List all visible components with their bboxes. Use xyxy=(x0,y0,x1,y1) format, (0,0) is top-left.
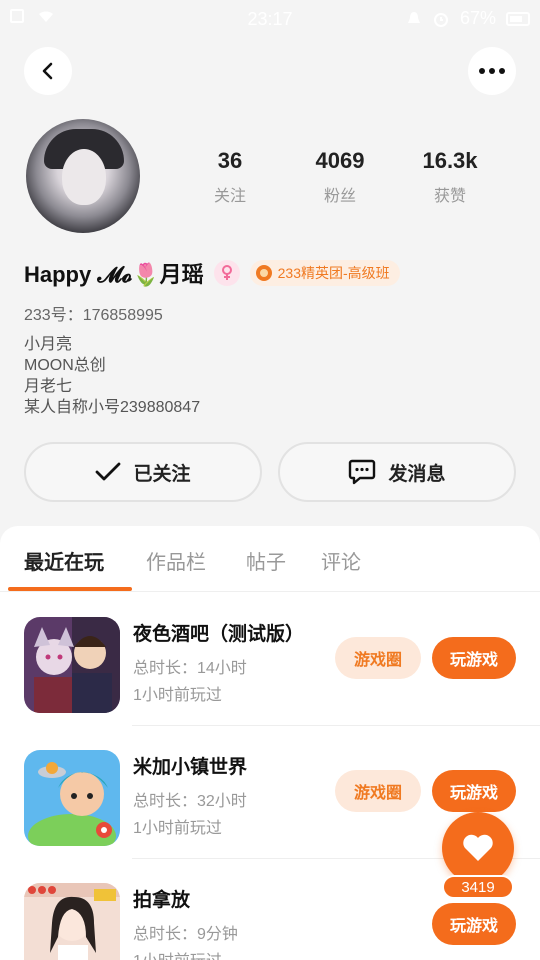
play-game-button[interactable]: 玩游戏 xyxy=(432,770,516,812)
more-button[interactable] xyxy=(468,47,516,95)
tab-works[interactable]: 作品栏 xyxy=(146,546,206,575)
user-id: 233号：176858995 xyxy=(24,307,163,324)
tab-posts[interactable]: 帖子 xyxy=(246,546,286,575)
tab-bar: 最近在玩 作品栏 帖子 评论 xyxy=(0,526,540,592)
tab-comments[interactable]: 评论 xyxy=(321,546,361,575)
bio-line: 小月亮 xyxy=(24,336,73,353)
badge-label: 233精英团-高级班 xyxy=(277,265,390,281)
game-duration: 总时长：32小时 xyxy=(133,793,247,810)
bio-line: 月老七 xyxy=(24,378,73,395)
game-duration: 总时长：14小时 xyxy=(133,660,247,677)
stat-value: 4069 xyxy=(315,148,365,173)
more-dots-icon xyxy=(479,68,505,74)
chevron-left-icon xyxy=(42,62,53,80)
check-icon xyxy=(96,462,121,481)
group-badge[interactable]: 233精英团-高级班 xyxy=(249,260,400,286)
stat-value: 16.3k xyxy=(422,148,478,173)
bell-icon xyxy=(407,11,420,23)
stat-value: 36 xyxy=(217,148,243,173)
name-row: Happy 𝓜𝓸🌷月瑶 233精英团-高级班 xyxy=(24,257,400,289)
like-count: 3419 xyxy=(442,875,514,899)
message-label: 发消息 xyxy=(388,463,446,485)
stat-followers[interactable]: 4069 粉丝 xyxy=(290,148,390,206)
status-bar: 23:17 67% xyxy=(0,0,540,38)
game-icon[interactable] xyxy=(24,617,120,713)
play-game-button[interactable]: 玩游戏 xyxy=(432,903,516,945)
game-circle-button[interactable]: 游戏圈 xyxy=(335,770,421,812)
game-title: 夜色酒吧（测试版） xyxy=(133,624,305,645)
stat-following[interactable]: 36 关注 xyxy=(180,148,280,206)
game-icon[interactable] xyxy=(24,883,120,960)
bio: 小月亮 MOON总创 月老七 某人自称小号239880847 xyxy=(24,334,200,418)
profile-stats: 36 关注 4069 粉丝 16.3k 获赞 xyxy=(180,148,500,206)
tab-recent-played[interactable]: 最近在玩 xyxy=(24,546,104,575)
back-button[interactable] xyxy=(24,47,72,95)
stat-label: 关注 xyxy=(213,188,246,205)
followed-label: 已关注 xyxy=(133,463,191,485)
user-name: Happy 𝓜𝓸🌷月瑶 xyxy=(24,262,204,287)
message-button[interactable]: 发消息 xyxy=(278,442,516,502)
game-title: 米加小镇世界 xyxy=(133,757,248,778)
stat-label: 粉丝 xyxy=(323,188,356,205)
game-icon[interactable] xyxy=(24,750,120,846)
game-item[interactable]: 夜色酒吧（测试版） 总时长：14小时 1小时前玩过 游戏圈 玩游戏 xyxy=(0,593,540,726)
heart-icon xyxy=(463,834,493,861)
tab-indicator xyxy=(8,587,132,591)
game-duration: 总时长：9分钟 xyxy=(133,926,238,943)
female-icon xyxy=(213,260,240,286)
alarm-icon xyxy=(433,12,448,27)
battery-percent: 67% xyxy=(459,8,496,28)
game-last-played: 1小时前玩过 xyxy=(133,820,222,837)
play-game-button[interactable]: 玩游戏 xyxy=(432,637,516,679)
followed-button[interactable]: 已关注 xyxy=(24,442,262,502)
battery-icon xyxy=(506,11,530,26)
like-button[interactable] xyxy=(442,812,514,884)
bio-line: 某人自称小号239880847 xyxy=(24,399,201,416)
game-title: 拍拿放 xyxy=(133,890,191,911)
medal-icon xyxy=(255,265,272,281)
stat-label: 获赞 xyxy=(433,188,466,205)
game-last-played: 1小时前玩过 xyxy=(133,687,222,704)
stat-likes[interactable]: 16.3k 获赞 xyxy=(400,148,500,206)
game-circle-button[interactable]: 游戏圈 xyxy=(335,637,421,679)
bio-line: MOON总创 xyxy=(24,357,106,374)
chat-icon xyxy=(349,459,376,485)
avatar[interactable] xyxy=(26,119,140,233)
game-last-played: 1小时前玩过 xyxy=(133,947,222,960)
